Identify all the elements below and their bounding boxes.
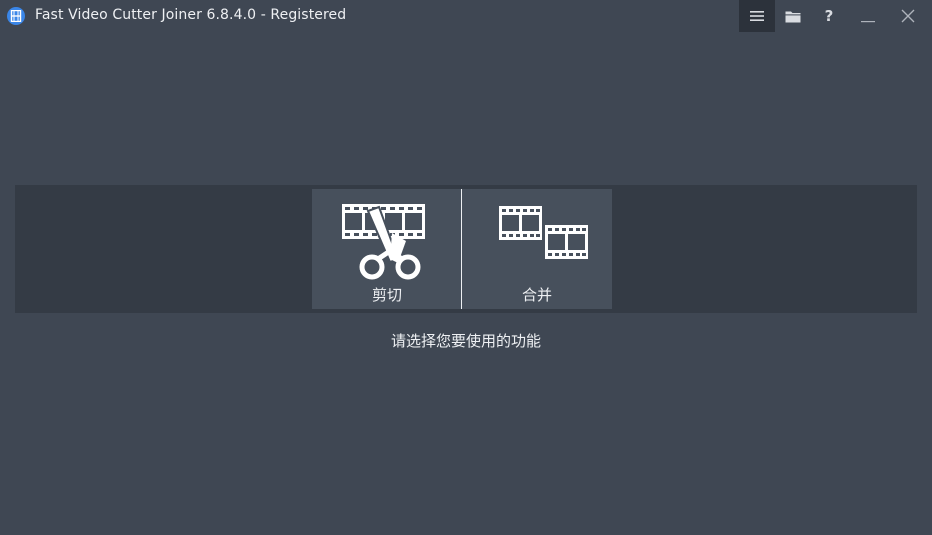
join-button[interactable]: 合并 [462, 189, 612, 309]
app-window: Fast Video Cutter Joiner 6.8.4.0 - Regis… [0, 0, 932, 535]
hamburger-menu-icon [750, 11, 764, 21]
join-label: 合并 [521, 286, 552, 304]
close-button[interactable] [890, 0, 926, 32]
film-strip-icon [7, 7, 25, 25]
close-icon [901, 9, 915, 23]
help-button[interactable]: ? [811, 0, 847, 32]
minimize-icon [861, 21, 875, 23]
cut-label: 剪切 [371, 286, 402, 304]
window-title: Fast Video Cutter Joiner 6.8.4.0 - Regis… [35, 7, 347, 23]
cut-button[interactable]: 剪切 [312, 189, 462, 309]
minimize-button[interactable] [850, 0, 886, 32]
menu-button[interactable] [739, 0, 775, 32]
feature-panel: 剪切 合并 [15, 185, 917, 313]
open-folder-button[interactable] [775, 0, 811, 32]
instruction-text: 请选择您要使用的功能 [390, 332, 541, 350]
folder-icon [785, 11, 801, 22]
title-bar[interactable]: Fast Video Cutter Joiner 6.8.4.0 - Regis… [0, 0, 932, 32]
question-mark-icon: ? [824, 7, 834, 25]
